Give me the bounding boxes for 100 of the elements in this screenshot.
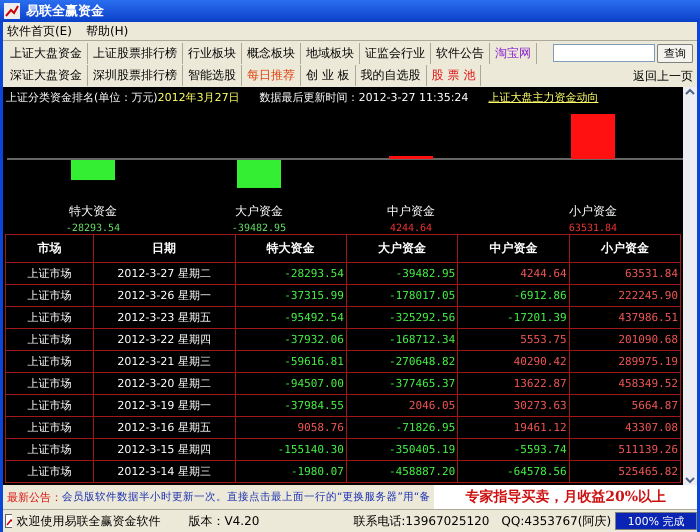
bar-label: 大户资金	[235, 204, 283, 218]
menu-item[interactable]: 软件首页(E)	[7, 22, 72, 40]
bar-label: 小户资金	[569, 204, 617, 218]
toolbar-button[interactable]: 上证大盘资金	[5, 42, 88, 64]
table-cell: 5664.87	[569, 394, 680, 416]
table-cell: 437986.51	[569, 306, 680, 328]
toolbar-button[interactable]: 深圳股票排行榜	[88, 64, 183, 86]
table-cell: 13622.87	[458, 372, 570, 394]
table-cell: 4244.64	[458, 262, 570, 284]
scrollbar[interactable]	[683, 87, 697, 485]
table-cell: 上证市场	[6, 416, 94, 438]
table-cell: -155140.30	[235, 438, 346, 460]
table-cell: 63531.84	[569, 262, 680, 284]
bar	[389, 156, 433, 159]
table-cell: 2012-3-23 星期五	[93, 306, 235, 328]
table-cell: -37315.99	[235, 284, 346, 306]
welcome-text: 欢迎使用易联全赢资金软件	[16, 512, 160, 530]
phone-text: 联系电话:13967025120	[353, 512, 490, 530]
bar-value: 4244.64	[390, 223, 432, 234]
table-cell: 上证市场	[6, 350, 94, 372]
search-button[interactable]: 查询	[657, 44, 693, 62]
update-time: 数据最后更新时间：2012-3-27 11:35:24	[260, 90, 468, 104]
menu-item[interactable]: 帮助(H)	[86, 22, 128, 40]
column-header: 小户资金	[569, 234, 680, 262]
scroll-up-icon[interactable]	[685, 87, 695, 97]
table-cell: -325292.56	[346, 306, 458, 328]
table-cell: 上证市场	[6, 306, 94, 328]
table-cell: 5553.75	[458, 328, 570, 350]
notice-label: 最新公告：	[6, 490, 62, 504]
table-cell: 2012-3-26 星期一	[93, 284, 235, 306]
toolbar-button[interactable]: 证监会行业	[360, 42, 431, 64]
table-cell: 上证市场	[6, 328, 94, 350]
table-cell: -270648.82	[346, 350, 458, 372]
notice-text: 会员版软件数据半小时更新一次。直接点击最上面一行的“更换服务器”用“备	[62, 490, 430, 504]
toolbar-button[interactable]: 每日推荐	[242, 64, 301, 86]
table-cell: -458887.20	[346, 460, 458, 482]
toolbar-button[interactable]: 智能选股	[183, 64, 242, 86]
table-cell: 511139.26	[569, 438, 680, 460]
column-header: 大户资金	[346, 234, 458, 262]
bar-value: 63531.84	[568, 223, 618, 234]
table-cell: -1980.07	[235, 460, 346, 482]
table-cell: 222245.90	[569, 284, 680, 306]
window-title: 易联全赢资金	[26, 3, 104, 20]
table-cell: 9058.76	[235, 416, 346, 438]
table-cell: -37932.06	[235, 328, 346, 350]
table-cell: 40290.42	[458, 350, 570, 372]
column-header: 中户资金	[458, 234, 570, 262]
trend-link[interactable]: 上证大盘主力资金动向	[488, 90, 598, 104]
table-cell: 2012-3-14 星期三	[93, 460, 235, 482]
bar	[571, 114, 615, 159]
bar-label: 特大资金	[69, 204, 117, 218]
table-cell: -168712.34	[346, 328, 458, 350]
table-cell: -350405.19	[346, 438, 458, 460]
column-header: 日期	[93, 234, 235, 262]
toolbar-button[interactable]: 地域板块	[301, 42, 360, 64]
table-cell: 43307.08	[569, 416, 680, 438]
back-link[interactable]: 返回上一页	[633, 68, 693, 84]
table-cell: 上证市场	[6, 460, 94, 482]
table-cell: -95492.54	[235, 306, 346, 328]
table-cell: -71826.95	[346, 416, 458, 438]
table-cell: 458349.52	[569, 372, 680, 394]
table-cell: 289975.19	[569, 350, 680, 372]
toolbar-button[interactable]: 软件公告	[431, 42, 490, 64]
toolbar-button[interactable]: 深证大盘资金	[5, 64, 88, 86]
toolbar-button[interactable]: 创 业 板	[301, 64, 356, 86]
table-cell: 525465.82	[569, 460, 680, 482]
toolbar-button[interactable]: 股 票 池	[426, 64, 482, 86]
table-cell: -28293.54	[235, 262, 346, 284]
toolbar-button[interactable]: 我的自选股	[356, 64, 427, 86]
toolbar-button[interactable]: 淘宝网	[490, 42, 537, 64]
toolbar-button[interactable]: 行业板块	[183, 42, 242, 64]
ad-banner[interactable]: 专家指导买卖，月收益20%以上	[434, 485, 697, 509]
table-cell: 上证市场	[6, 284, 94, 306]
table-cell: 2046.05	[346, 394, 458, 416]
column-header: 特大资金	[235, 234, 346, 262]
table-cell: 2012-3-19 星期一	[93, 394, 235, 416]
chart-icon	[5, 514, 12, 528]
table-cell: -17201.39	[458, 306, 570, 328]
table-cell: 2012-3-15 星期四	[93, 438, 235, 460]
table-cell: 2012-3-21 星期三	[93, 350, 235, 372]
scroll-down-icon[interactable]	[685, 475, 695, 485]
table-cell: -377465.37	[346, 372, 458, 394]
table-cell: -5593.74	[458, 438, 570, 460]
toolbar-button[interactable]: 概念板块	[242, 42, 301, 64]
column-header: 市场	[6, 234, 94, 262]
table-cell: -37984.55	[235, 394, 346, 416]
toolbar-button[interactable]: 上证股票排行榜	[88, 42, 183, 64]
table-cell: -59616.81	[235, 350, 346, 372]
table-cell: 2012-3-27 星期二	[93, 262, 235, 284]
progress-label: 100% 完成	[626, 514, 686, 529]
bar-value: -39482.95	[232, 223, 286, 234]
table-cell: 2012-3-22 星期四	[93, 328, 235, 350]
ranking-date: 2012年3月27日	[158, 90, 240, 104]
table-cell: 30273.63	[458, 394, 570, 416]
table-cell: -178017.05	[346, 284, 458, 306]
table-cell: -64578.56	[458, 460, 570, 482]
table-cell: -6912.86	[458, 284, 570, 306]
table-cell: 上证市场	[6, 394, 94, 416]
table-cell: 19461.12	[458, 416, 570, 438]
search-field[interactable]	[553, 44, 655, 62]
